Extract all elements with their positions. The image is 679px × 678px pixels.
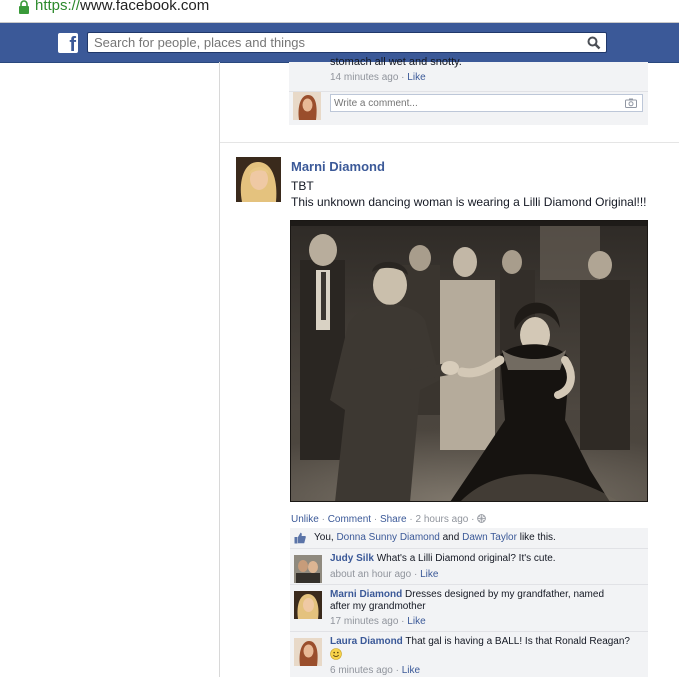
comment-like-link[interactable]: Like bbox=[407, 616, 425, 627]
smiley-emoticon-icon bbox=[330, 648, 342, 660]
write-comment-row bbox=[289, 91, 648, 125]
comment-like-link[interactable]: Like bbox=[402, 665, 420, 676]
browser-address-bar[interactable]: https://www.facebook.com bbox=[0, 0, 679, 23]
post-author-link[interactable]: Marni Diamond bbox=[291, 159, 385, 174]
globe-icon[interactable] bbox=[477, 514, 487, 523]
post-actions: Unlike · Comment · Share · 2 hours ago · bbox=[291, 514, 487, 525]
post-feedback: You, Donna Sunny Diamond and Dawn Taylor… bbox=[290, 528, 648, 677]
comment-author-link[interactable]: Laura Diamond bbox=[330, 636, 403, 647]
comment-author-link[interactable]: Judy Silk bbox=[330, 553, 374, 564]
comment-author-link[interactable]: Marni Diamond bbox=[330, 589, 402, 600]
facebook-logo-icon[interactable]: f bbox=[58, 33, 78, 55]
lock-icon bbox=[19, 0, 29, 14]
previous-comment-time: 14 minutes ago bbox=[330, 72, 399, 83]
comment-body: Judy Silk What's a Lilli Diamond origina… bbox=[330, 553, 640, 565]
url-protocol: https:// bbox=[35, 0, 81, 14]
camera-icon[interactable] bbox=[625, 98, 637, 108]
search-icon[interactable] bbox=[587, 36, 601, 50]
comment-text: That gal is having a BALL! Is that Ronal… bbox=[405, 636, 630, 647]
url-host: www.facebook.com bbox=[80, 0, 210, 14]
column-divider bbox=[219, 62, 220, 677]
post-separator bbox=[220, 142, 679, 143]
search-box[interactable] bbox=[87, 32, 607, 53]
write-comment-field[interactable] bbox=[330, 94, 643, 112]
post-time[interactable]: 2 hours ago bbox=[416, 514, 469, 525]
comment-meta: 17 minutes ago · Like bbox=[330, 616, 426, 627]
likes-and: and bbox=[439, 532, 463, 543]
share-link[interactable]: Share bbox=[380, 514, 407, 525]
previous-comment-text: stomach all wet and snotty. bbox=[330, 56, 462, 68]
comment-body: Marni Diamond Dresses designed by my gra… bbox=[330, 589, 620, 613]
comment-meta: about an hour ago · Like bbox=[330, 569, 439, 580]
avatar bbox=[293, 92, 321, 120]
comment-meta: 6 minutes ago · Like bbox=[330, 665, 421, 676]
comment-body: Laura Diamond That gal is having a BALL!… bbox=[330, 636, 630, 662]
comment-time[interactable]: 17 minutes ago bbox=[330, 616, 398, 627]
avatar[interactable] bbox=[294, 638, 322, 666]
post-photo[interactable] bbox=[290, 220, 648, 502]
likes-summary: You, Donna Sunny Diamond and Dawn Taylor… bbox=[290, 528, 648, 548]
comment-text: What's a Lilli Diamond original? It's cu… bbox=[376, 553, 556, 564]
avatar[interactable] bbox=[294, 555, 322, 583]
url-text[interactable]: https://www.facebook.com bbox=[35, 0, 209, 14]
likes-prefix: You, bbox=[314, 532, 337, 543]
comment-link[interactable]: Comment bbox=[328, 514, 371, 525]
avatar[interactable] bbox=[294, 591, 322, 619]
comment-item: Laura Diamond That gal is having a BALL!… bbox=[290, 631, 648, 678]
post-text-line-2: This unknown dancing woman is wearing a … bbox=[291, 195, 647, 209]
write-comment-input[interactable] bbox=[334, 96, 614, 110]
liker-link-1[interactable]: Donna Sunny Diamond bbox=[336, 532, 439, 543]
previous-comment-meta: 14 minutes ago · Like bbox=[330, 72, 426, 83]
comment-time[interactable]: 6 minutes ago bbox=[330, 665, 393, 676]
search-input[interactable] bbox=[94, 34, 574, 51]
comment-like-link[interactable]: Like bbox=[420, 569, 438, 580]
unlike-link[interactable]: Unlike bbox=[291, 514, 319, 525]
likes-suffix: like this. bbox=[516, 532, 556, 543]
previous-comment-like-link[interactable]: Like bbox=[407, 72, 425, 83]
author-avatar[interactable] bbox=[236, 157, 281, 202]
liker-link-2[interactable]: Dawn Taylor bbox=[462, 532, 517, 543]
comment-time[interactable]: about an hour ago bbox=[330, 569, 411, 580]
comment-item: Marni Diamond Dresses designed by my gra… bbox=[290, 584, 648, 631]
comment-item: Judy Silk What's a Lilli Diamond origina… bbox=[290, 548, 648, 584]
thumbs-up-icon bbox=[294, 532, 306, 544]
post-text-line-1: TBT bbox=[291, 179, 314, 193]
previous-post-feedback: stomach all wet and snotty. 14 minutes a… bbox=[289, 56, 648, 125]
